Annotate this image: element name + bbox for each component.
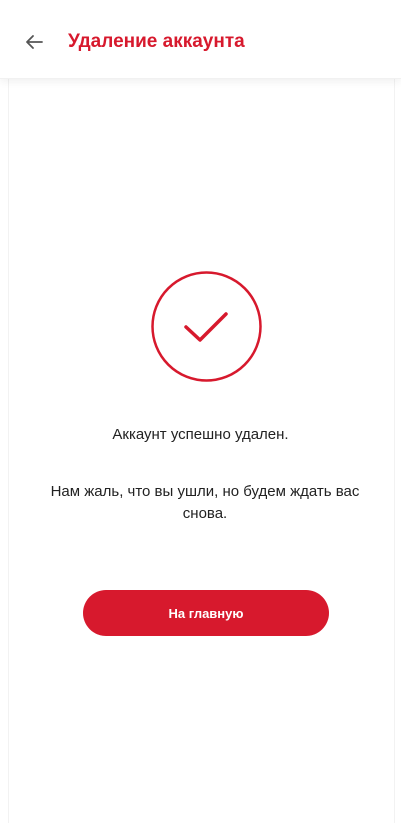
home-button[interactable]: На главную (83, 590, 329, 636)
main-content (8, 78, 395, 823)
success-message: Аккаунт успешно удален. (112, 426, 289, 443)
page-title: Удаление аккаунта (68, 31, 245, 52)
back-button[interactable] (20, 28, 48, 56)
farewell-message: Нам жаль, что вы ушли, но будем ждать ва… (50, 483, 360, 522)
check-circle-icon (151, 271, 262, 382)
app-header: Удаление аккаунта (0, 0, 401, 79)
arrow-left-icon (26, 35, 43, 49)
